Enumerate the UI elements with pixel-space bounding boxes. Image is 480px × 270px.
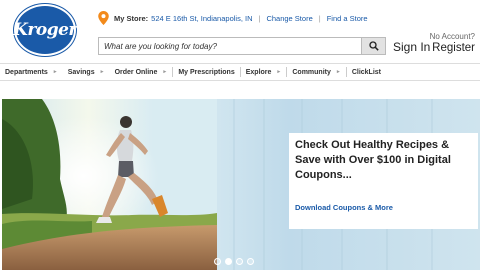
main-nav: Departments ► Savings ► Order Online ► M…: [0, 63, 480, 81]
nav-explore[interactable]: Explore ►: [239, 67, 287, 77]
download-coupons-link[interactable]: Download Coupons & More: [295, 203, 472, 212]
nav-departments[interactable]: Departments ►: [0, 64, 63, 80]
carousel-dots: [214, 258, 254, 265]
nav-label: Departments: [5, 68, 48, 76]
store-address: 524 E 16th St, Indianapolis, IN: [151, 13, 253, 23]
nav-label: Explore: [245, 68, 272, 76]
account-area: No Account? Register: [430, 32, 475, 54]
nav-arrow-icon: ►: [162, 69, 168, 75]
search-bar: [98, 37, 386, 55]
nav-arrow-icon: ►: [99, 69, 105, 75]
map-pin-icon: [98, 11, 109, 25]
nav-clicklist[interactable]: ClickList: [345, 67, 386, 77]
nav-order-online[interactable]: Order Online ►: [110, 64, 173, 80]
no-account-text: No Account?: [429, 32, 475, 41]
nav-label: My Prescriptions: [178, 68, 235, 76]
nav-arrow-icon: ►: [276, 69, 282, 75]
promo-headline: Check Out Healthy Recipes & Save with Ov…: [295, 139, 451, 181]
promo-card: Check Out Healthy Recipes & Save with Ov…: [289, 133, 478, 229]
nav-arrow-icon: ►: [335, 69, 341, 75]
nav-arrow-icon: ►: [52, 69, 58, 75]
nav-label: Savings: [67, 68, 95, 76]
store-info: My Store: 524 E 16th St, Indianapolis, I…: [98, 11, 368, 25]
store-label: My Store:: [114, 13, 149, 23]
carousel-dot[interactable]: [236, 258, 243, 265]
sign-in-link[interactable]: Sign In: [393, 40, 430, 54]
change-store-link[interactable]: Change Store: [266, 14, 312, 23]
carousel-dot[interactable]: [247, 258, 254, 265]
search-button[interactable]: [361, 38, 385, 54]
nav-my-prescriptions[interactable]: My Prescriptions: [172, 67, 239, 77]
find-store-link[interactable]: Find a Store: [327, 14, 368, 23]
carousel-dot-active[interactable]: [225, 258, 232, 265]
nav-savings[interactable]: Savings ►: [63, 64, 110, 80]
nav-community[interactable]: Community ►: [286, 67, 345, 77]
carousel-dot[interactable]: [214, 258, 221, 265]
search-input[interactable]: [99, 38, 361, 54]
register-link[interactable]: Register: [430, 42, 475, 54]
kroger-logo[interactable]: Kroger: [13, 4, 77, 56]
nav-label: Order Online: [114, 68, 158, 76]
logo-text: Kroger: [13, 20, 77, 40]
nav-label: ClickList: [351, 68, 382, 76]
nav-label: Community: [292, 68, 331, 76]
separator: |: [258, 13, 261, 23]
separator: |: [318, 13, 321, 23]
search-icon: [368, 41, 379, 51]
